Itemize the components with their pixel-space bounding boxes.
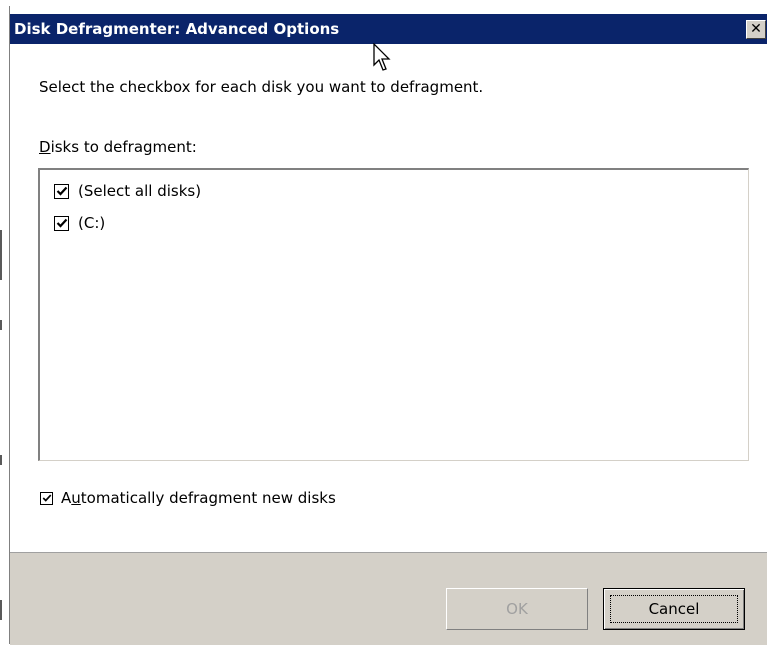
disk-c-checkbox[interactable]: [54, 215, 69, 231]
cancel-label: Cancel: [648, 600, 700, 618]
auto-defrag-checkbox[interactable]: [40, 491, 53, 505]
list-item-select-all[interactable]: (Select all disks): [54, 180, 201, 202]
disks-label-accesskey: D: [39, 138, 51, 156]
checkmark-icon: [42, 494, 51, 502]
background-window-edge: [0, 600, 2, 620]
instruction-text: Select the checkbox for each disk you wa…: [39, 78, 484, 96]
title-bar[interactable]: Disk Defragmenter: Advanced Options ✕: [10, 14, 767, 44]
list-item-disk-c[interactable]: (C:): [54, 212, 105, 234]
ok-button[interactable]: OK: [446, 588, 588, 630]
close-icon: ✕: [750, 21, 762, 37]
advanced-options-dialog: Disk Defragmenter: Advanced Options ✕ Se…: [9, 6, 767, 645]
select-all-checkbox[interactable]: [54, 183, 69, 199]
disks-label-text: isks to defragment:: [50, 138, 197, 156]
button-bar: OK Cancel: [10, 552, 767, 645]
background-window-edge: [0, 320, 2, 330]
checkmark-icon: [56, 186, 67, 196]
ok-label: OK: [506, 600, 528, 618]
select-all-label: (Select all disks): [78, 182, 202, 200]
background-window-edge: [0, 455, 2, 465]
checkmark-icon: [56, 218, 67, 228]
window-title: Disk Defragmenter: Advanced Options: [14, 20, 340, 38]
cancel-button[interactable]: Cancel: [603, 588, 745, 630]
background-window-edge: [0, 230, 2, 280]
disks-group-label: Disks to defragment:: [39, 138, 197, 156]
close-button[interactable]: ✕: [746, 20, 766, 39]
auto-defrag-option[interactable]: Automatically defragment new disks: [40, 487, 336, 509]
disk-list[interactable]: (Select all disks) (C:): [38, 168, 749, 461]
mouse-pointer-icon: [373, 43, 391, 71]
cancel-focus-rect: Cancel: [610, 595, 738, 623]
disk-c-label: (C:): [78, 214, 106, 232]
auto-defrag-label: Automatically defragment new disks: [61, 489, 336, 507]
